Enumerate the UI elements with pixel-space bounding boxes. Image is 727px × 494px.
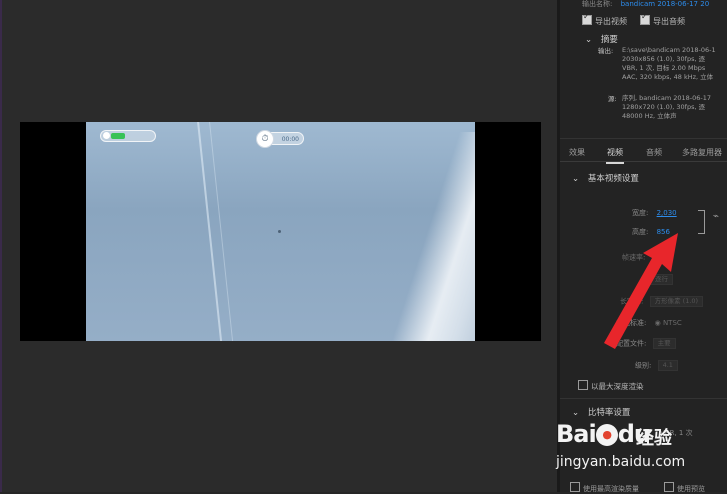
aspect-link-bracket	[698, 210, 705, 234]
chevron-down-icon: ⌄	[572, 174, 580, 184]
game-health-bar	[100, 130, 156, 142]
tab-audio[interactable]: 音频	[646, 147, 662, 158]
tv-standard-value: NTSC	[662, 319, 682, 327]
game-timer: ⏱ 00:00	[256, 130, 304, 148]
chain-link-icon[interactable]: ⌁	[713, 211, 719, 222]
export-audio-checkbox[interactable]	[640, 12, 650, 25]
frame-rate-label: 帧速率:	[622, 253, 646, 262]
jingyan-url: jingyan.baidu.com	[556, 454, 686, 470]
stopwatch-icon: ⏱	[256, 130, 274, 148]
section-divider	[560, 398, 727, 399]
jingyan-brand: 经验	[636, 428, 672, 449]
video-frame: ⏱ 00:00	[86, 122, 475, 341]
aspect-label: 长宽比:	[620, 297, 644, 306]
profile-field[interactable]: 主要	[652, 338, 676, 349]
height-value[interactable]: 856	[657, 228, 670, 236]
export-audio-label: 导出音频	[653, 17, 685, 26]
export-video-label: 导出视频	[595, 17, 627, 26]
video-preview: ⏱ 00:00	[20, 122, 541, 341]
width-label: 宽度:	[632, 209, 649, 217]
health-icon	[103, 132, 110, 139]
width-row: 宽度: 2,030	[632, 208, 677, 218]
export-video-checkbox[interactable]	[582, 12, 592, 25]
summary-output-lines: E:\save\bandicam 2018-06-1 2030x856 (1.0…	[622, 46, 716, 82]
summary-output-line: AAC, 320 kbps, 48 kHz, 立体	[622, 73, 714, 81]
basic-video-settings-title: 基本视频设置	[587, 174, 639, 184]
aspect-row: 长宽比: 方形像素 (1.0)	[620, 296, 704, 307]
radio-icon[interactable]: ◉	[655, 319, 661, 327]
source-label: 源:	[608, 95, 617, 103]
level-row: 级别: 4.1	[635, 360, 678, 371]
summary-title: 摘要	[600, 35, 618, 45]
field-order-row: 逐行	[650, 274, 673, 285]
summary-output-line: E:\save\bandicam 2018-06-1	[622, 46, 716, 54]
height-label: 高度:	[632, 228, 649, 236]
summary-source-line: 序列, bandicam 2018-06-17	[622, 94, 712, 102]
profile-row: 配置文件: 主要	[616, 338, 676, 349]
profile-label: 配置文件:	[616, 339, 647, 348]
section-divider	[560, 138, 727, 139]
chevron-down-icon: ⌄	[585, 35, 593, 45]
summary-source-line: 48000 Hz, 立体声	[622, 112, 677, 120]
max-depth-label: 以最大深度渲染	[591, 382, 644, 391]
summary-source-lines: 序列, bandicam 2018-06-17 1280x720 (1.0), …	[622, 94, 711, 121]
export-settings-panel: 输出名称: bandicam 2018-06-17 20 导出视频 导出音频 ⌄…	[560, 0, 727, 492]
frame-rate-row: 帧速率:	[622, 252, 662, 263]
summary-source-line: 1280x720 (1.0), 30fps, 逐	[622, 103, 706, 111]
tv-standard-label: 电视标准:	[616, 319, 647, 327]
level-label: 级别:	[635, 361, 652, 370]
basic-video-settings-header[interactable]: ⌄ 基本视频设置	[572, 172, 639, 184]
bitrate-title: 比特率设置	[587, 408, 631, 418]
building-edge	[385, 132, 475, 341]
summary-output-line: VBR, 1 次, 目标 2.00 Mbps	[622, 64, 706, 72]
export-audio-row[interactable]: 导出音频	[640, 12, 685, 27]
settings-tabs: 效果 视频 音频 多路复用器	[560, 143, 727, 164]
aspect-field[interactable]: 方形像素 (1.0)	[649, 296, 704, 307]
health-fill	[111, 133, 125, 139]
output-label: 输出:	[598, 47, 614, 55]
chevron-down-icon: ⌄	[572, 408, 580, 418]
output-name-label: 输出名称:	[582, 0, 613, 8]
export-video-row[interactable]: 导出视频	[582, 12, 627, 27]
tab-multiplexer[interactable]: 多路复用器	[682, 147, 722, 158]
frame-rate-field[interactable]	[651, 252, 662, 263]
contrail-line-faint	[208, 122, 237, 341]
output-name-row: 输出名称: bandicam 2018-06-17 20	[582, 0, 709, 9]
preview-panel: ⏱ 00:00	[0, 0, 557, 492]
summary-header[interactable]: ⌄ 摘要	[585, 33, 618, 45]
tv-standard-row: 电视标准: ◉ NTSC	[616, 318, 682, 328]
paw-icon: ●	[595, 424, 618, 446]
tab-video[interactable]: 视频	[606, 147, 624, 164]
field-order-field[interactable]: 逐行	[650, 274, 673, 285]
width-value[interactable]: 2,030	[657, 209, 677, 217]
max-depth-row[interactable]: 以最大深度渲染	[578, 380, 644, 392]
baidu-watermark: Bai ● du 经验 jingyan.baidu.com	[556, 420, 726, 490]
timer-text: 00:00	[281, 136, 299, 143]
bitrate-header[interactable]: ⌄ 比特率设置	[572, 406, 630, 418]
baidu-logo-text: Bai	[556, 420, 597, 448]
output-name-link[interactable]: bandicam 2018-06-17 20	[621, 0, 710, 8]
tab-effects[interactable]: 效果	[569, 147, 585, 158]
summary-output-line: 2030x856 (1.0), 30fps, 逐	[622, 55, 706, 63]
height-row: 高度: 856	[632, 227, 670, 237]
max-depth-checkbox[interactable]	[578, 380, 588, 390]
level-field[interactable]: 4.1	[657, 360, 678, 371]
crosshair-dot	[278, 230, 281, 233]
